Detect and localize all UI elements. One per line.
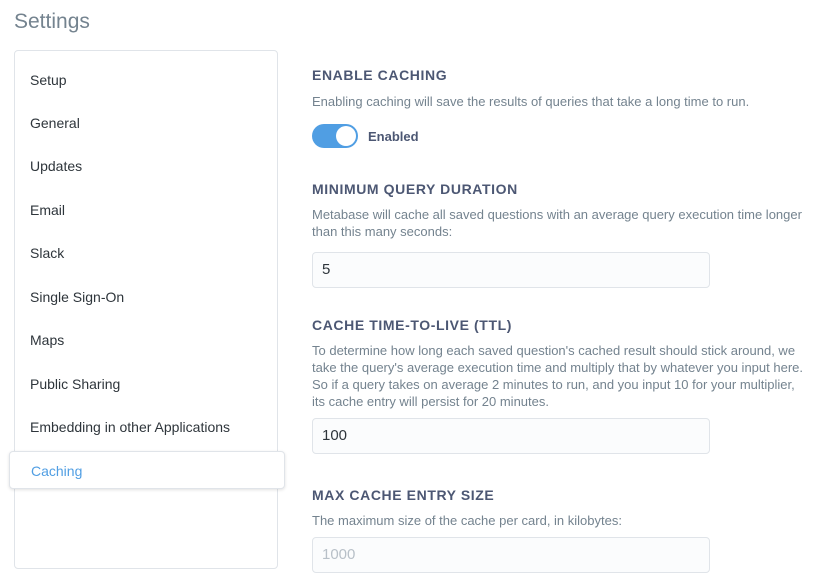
- cache-ttl-section: CACHE TIME-TO-LIVE (TTL) To determine ho…: [312, 317, 812, 454]
- page-title: Settings: [14, 10, 90, 33]
- cache-ttl-description: To determine how long each saved questio…: [312, 343, 803, 409]
- enable-caching-toggle[interactable]: [312, 124, 358, 148]
- sidebar-item-embedding[interactable]: Embedding in other Applications: [30, 417, 230, 437]
- enable-caching-description: Enabling caching will save the results o…: [312, 94, 750, 109]
- max-cache-size-heading: MAX CACHE ENTRY SIZE: [312, 487, 495, 503]
- sidebar-item-updates[interactable]: Updates: [30, 156, 82, 176]
- enable-caching-section: ENABLE CACHING Enabling caching will sav…: [312, 67, 812, 148]
- toggle-knob: [336, 126, 356, 146]
- enable-caching-toggle-row: Enabled: [312, 124, 812, 148]
- min-query-duration-description: Metabase will cache all saved questions …: [312, 207, 802, 239]
- toggle-label: Enabled: [368, 128, 419, 144]
- sidebar-item-maps[interactable]: Maps: [30, 330, 64, 350]
- cache-ttl-heading: CACHE TIME-TO-LIVE (TTL): [312, 317, 513, 333]
- sidebar-item-email[interactable]: Email: [30, 200, 65, 220]
- sidebar-item-single-sign-on[interactable]: Single Sign-On: [30, 287, 124, 307]
- max-cache-size-description: The maximum size of the cache per card, …: [312, 513, 622, 528]
- sidebar-item-public-sharing[interactable]: Public Sharing: [30, 374, 120, 394]
- min-query-duration-section: MINIMUM QUERY DURATION Metabase will cac…: [312, 181, 812, 288]
- enable-caching-heading: ENABLE CACHING: [312, 67, 448, 83]
- min-query-duration-input[interactable]: 5: [312, 252, 710, 288]
- settings-sidebar: Setup General Updates Email Slack Single…: [9, 50, 285, 569]
- sidebar-item-general[interactable]: General: [30, 113, 80, 133]
- sidebar-item-caching[interactable]: Caching: [9, 451, 285, 489]
- sidebar-item-slack[interactable]: Slack: [30, 243, 64, 263]
- max-cache-size-section: MAX CACHE ENTRY SIZE The maximum size of…: [312, 487, 812, 573]
- cache-ttl-input[interactable]: 100: [312, 418, 710, 454]
- sidebar-item-setup[interactable]: Setup: [30, 70, 67, 90]
- min-query-duration-heading: MINIMUM QUERY DURATION: [312, 181, 518, 197]
- max-cache-size-input[interactable]: 1000: [312, 537, 710, 573]
